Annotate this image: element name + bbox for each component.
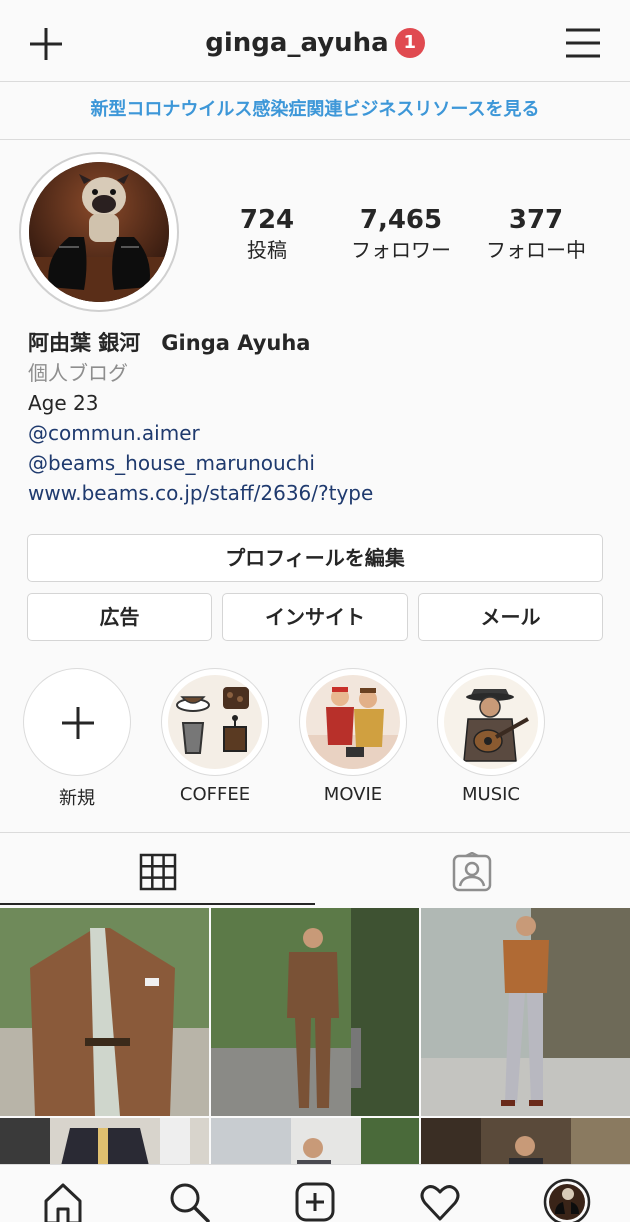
post-thumbnail[interactable] bbox=[211, 908, 419, 1116]
display-name: 阿由葉 銀河 Ginga Ayuha bbox=[28, 331, 311, 355]
following-label: フォロー中 bbox=[486, 238, 586, 262]
grid-icon[interactable] bbox=[139, 853, 177, 891]
following-count[interactable]: 377 フォロー中 bbox=[466, 204, 606, 264]
highlight-label: COFFEE bbox=[179, 784, 251, 805]
posts-label: 投稿 bbox=[247, 238, 287, 262]
highlight-circle[interactable] bbox=[161, 668, 269, 776]
highlight-new[interactable]: 新規 bbox=[23, 668, 131, 810]
ads-button[interactable]: 広告 bbox=[27, 593, 212, 641]
bio-mention-commun[interactable]: @commun.aimer bbox=[28, 418, 608, 448]
insights-button[interactable]: インサイト bbox=[222, 593, 408, 641]
followers-count[interactable]: 7,465 フォロワー bbox=[331, 204, 471, 264]
followers-label: フォロワー bbox=[351, 238, 451, 262]
highlight-label: MUSIC bbox=[461, 784, 520, 805]
highlight-music[interactable]: MUSIC bbox=[437, 668, 545, 805]
following-value: 377 bbox=[508, 205, 564, 235]
menu-icon[interactable] bbox=[564, 26, 602, 60]
highlight-label: MOVIE bbox=[323, 784, 383, 805]
highlight-circle[interactable] bbox=[437, 668, 545, 776]
new-post-icon[interactable] bbox=[294, 1181, 336, 1222]
movie-illustration bbox=[306, 675, 400, 769]
highlight-label: 新規 bbox=[59, 788, 95, 809]
bio-mention-beams[interactable]: @beams_house_marunouchi bbox=[28, 448, 608, 478]
avatar-photo bbox=[29, 162, 169, 302]
posts-count[interactable]: 724 投稿 bbox=[197, 204, 337, 264]
new-highlight-circle[interactable] bbox=[23, 668, 131, 776]
coffee-illustration bbox=[168, 675, 262, 769]
bottom-nav bbox=[0, 1164, 630, 1222]
post-thumbnail[interactable] bbox=[211, 1118, 419, 1170]
active-tab-indicator bbox=[0, 903, 315, 905]
highlight-movie[interactable]: MOVIE bbox=[299, 668, 407, 805]
post-thumbnail[interactable] bbox=[0, 1118, 209, 1170]
search-icon[interactable] bbox=[168, 1181, 210, 1222]
tagged-person-icon[interactable] bbox=[452, 852, 492, 892]
email-button[interactable]: メール bbox=[418, 593, 603, 641]
followers-value: 7,465 bbox=[359, 205, 443, 235]
profile-avatar[interactable] bbox=[19, 152, 179, 312]
post-thumbnail[interactable] bbox=[421, 1118, 630, 1170]
post-thumbnail[interactable] bbox=[421, 908, 630, 1116]
account-switcher[interactable]: ginga_ayuha 1 bbox=[0, 28, 630, 58]
category-label: 個人ブログ bbox=[28, 361, 128, 385]
top-bar: ginga_ayuha 1 bbox=[0, 0, 630, 82]
profile-tabs bbox=[0, 832, 630, 908]
website-link[interactable]: www.beams.co.jp/staff/2636/?type bbox=[28, 478, 608, 508]
music-illustration bbox=[444, 675, 538, 769]
heart-icon[interactable] bbox=[419, 1181, 461, 1222]
home-icon[interactable] bbox=[42, 1181, 84, 1222]
posts-value: 724 bbox=[239, 205, 295, 235]
username-title[interactable]: ginga_ayuha bbox=[205, 28, 388, 58]
profile-avatar[interactable] bbox=[543, 1178, 591, 1222]
highlight-coffee[interactable]: COFFEE bbox=[161, 668, 269, 805]
notification-badge: 1 bbox=[394, 28, 425, 58]
covid-resources-link[interactable]: 新型コロナウイルス感染症関連ビジネスリソースを見る bbox=[0, 82, 630, 140]
profile-bio: 阿由葉 銀河 Ginga Ayuha 個人ブログ Age 23 @commun.… bbox=[28, 328, 608, 508]
plus-icon bbox=[62, 707, 94, 739]
post-thumbnail[interactable] bbox=[0, 908, 209, 1116]
post-grid bbox=[0, 908, 630, 1170]
edit-profile-button[interactable]: プロフィールを編集 bbox=[27, 534, 603, 582]
highlight-circle[interactable] bbox=[299, 668, 407, 776]
bio-text: Age 23 bbox=[28, 391, 99, 415]
